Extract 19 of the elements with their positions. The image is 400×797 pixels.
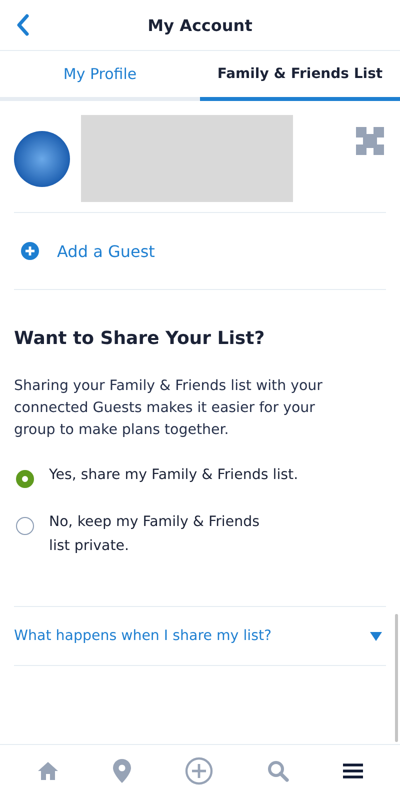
radio-button[interactable] (16, 470, 34, 488)
avatar (14, 130, 70, 186)
location-pin-icon[interactable] (113, 759, 131, 783)
section-heading: Want to Share Your List? (14, 328, 266, 349)
home-icon[interactable] (37, 761, 59, 781)
option-label[interactable]: No, keep my Family & Friends list private. (49, 510, 260, 558)
page-title: My Account (148, 16, 252, 34)
plus-icon (21, 242, 39, 260)
add-icon[interactable] (185, 757, 213, 785)
radio-button[interactable] (16, 517, 34, 535)
back-icon[interactable] (16, 14, 30, 36)
search-icon[interactable] (267, 760, 289, 782)
faq-link[interactable]: What happens when I share my list? (14, 628, 272, 644)
add-guest-button[interactable]: Add a Guest (14, 213, 155, 289)
qr-code-icon[interactable] (356, 127, 384, 155)
description: Sharing your Family & Friends list with your connected Guests makes it easier for your group to make plans together. (14, 377, 324, 440)
menu-icon[interactable] (343, 763, 363, 779)
caret-icon[interactable] (370, 632, 382, 640)
option-label[interactable]: Yes, share my Family & Friends list. (49, 463, 298, 487)
